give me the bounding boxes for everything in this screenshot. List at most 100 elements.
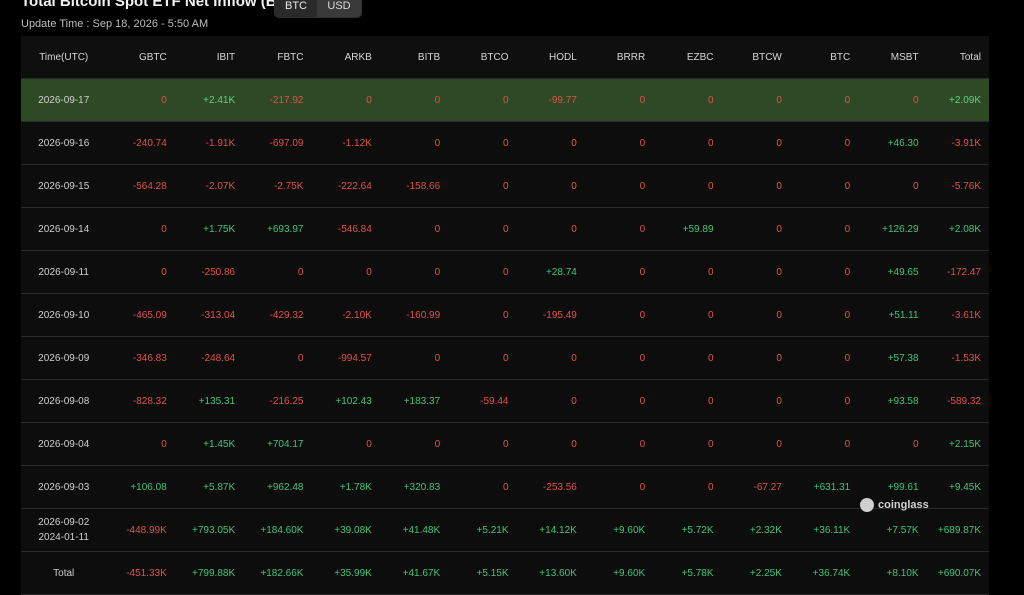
- value-cell: 0: [789, 379, 859, 423]
- value-cell: -158.66: [379, 164, 449, 208]
- value-cell: +14.12K: [516, 508, 585, 552]
- value-cell: +59.89: [653, 207, 722, 251]
- value-cell: -564.28: [106, 164, 175, 208]
- column-header-btco[interactable]: BTCO: [448, 36, 517, 79]
- column-header-ezbc[interactable]: EZBC: [653, 36, 722, 79]
- value-cell: 0: [721, 379, 790, 423]
- value-cell: 0: [584, 78, 654, 122]
- value-cell: -240.74: [106, 121, 175, 165]
- column-header-ibit[interactable]: IBIT: [174, 36, 244, 79]
- value-cell: 0: [448, 164, 517, 208]
- value-cell: 0: [789, 121, 859, 165]
- column-header-gbtc[interactable]: GBTC: [106, 36, 175, 79]
- value-cell: +1.45K: [174, 422, 244, 466]
- value-cell: 0: [379, 78, 449, 122]
- value-cell: 0: [789, 164, 859, 208]
- value-cell: 0: [311, 78, 380, 122]
- value-cell: +184.60K: [243, 508, 312, 552]
- value-cell: +41.67K: [379, 551, 449, 595]
- value-cell: -589.32: [926, 379, 989, 423]
- value-cell: -1.91K: [174, 121, 244, 165]
- unit-option-usd[interactable]: USD: [317, 0, 361, 17]
- value-cell: +36.74K: [789, 551, 859, 595]
- date-cell: 2026-09-15: [21, 164, 107, 208]
- value-cell: +2.08K: [926, 207, 989, 251]
- value-cell: 0: [584, 336, 654, 380]
- value-cell: -67.27: [721, 465, 790, 509]
- value-cell: 0: [584, 422, 654, 466]
- value-cell: 0: [448, 336, 517, 380]
- value-cell: 0: [653, 293, 722, 337]
- column-header-hodl[interactable]: HODL: [516, 36, 585, 79]
- value-cell: 0: [516, 207, 585, 251]
- value-cell: 0: [721, 207, 790, 251]
- value-cell: 0: [721, 250, 790, 294]
- column-header-total[interactable]: Total: [926, 36, 989, 79]
- value-cell: 0: [584, 121, 654, 165]
- value-cell: 0: [379, 207, 449, 251]
- value-cell: 0: [789, 293, 859, 337]
- value-cell: -697.09: [243, 121, 312, 165]
- value-cell: +28.74: [516, 250, 585, 294]
- value-cell: -2.07K: [174, 164, 244, 208]
- value-cell: 0: [516, 336, 585, 380]
- column-header-fbtc[interactable]: FBTC: [243, 36, 312, 79]
- date-cell: 2026-09-03: [21, 465, 107, 509]
- value-cell: 0: [584, 293, 654, 337]
- value-cell: 0: [584, 250, 654, 294]
- value-cell: +5.15K: [448, 551, 517, 595]
- value-cell: +126.29: [858, 207, 927, 251]
- value-cell: +631.31: [789, 465, 859, 509]
- value-cell: +2.15K: [926, 422, 989, 466]
- table-row: Total -451.33K +799.88K +182.66K +35.99K +41.…: [21, 551, 989, 595]
- watermark-text: coinglass: [878, 499, 929, 511]
- value-cell: -59.44: [448, 379, 517, 423]
- value-cell: +689.87K: [926, 508, 989, 552]
- value-cell: +9.60K: [584, 551, 654, 595]
- value-cell: 0: [516, 379, 585, 423]
- column-header-btcw[interactable]: BTCW: [721, 36, 790, 79]
- page-title: Total Bitcoin Spot ETF Net Inflow (BTC): [21, 0, 302, 10]
- column-header-btc[interactable]: BTC: [789, 36, 859, 79]
- table-row: 2026-09-08 -828.32 +135.31 -216.25 +102.43 +1…: [21, 379, 989, 423]
- column-header-bitb[interactable]: BITB: [379, 36, 449, 79]
- value-cell: 0: [311, 422, 380, 466]
- value-cell: 0: [516, 121, 585, 165]
- date-cell: 2026-09-16: [21, 121, 107, 165]
- value-cell: 0: [653, 164, 722, 208]
- value-cell: -160.99: [379, 293, 449, 337]
- value-cell: 0: [653, 78, 722, 122]
- value-cell: +1.78K: [311, 465, 380, 509]
- column-header-arkb[interactable]: ARKB: [311, 36, 380, 79]
- unit-toggle[interactable]: BTC USD: [274, 0, 362, 18]
- date-cell: 2026-09-10: [21, 293, 107, 337]
- value-cell: +46.30: [858, 121, 927, 165]
- date-cell: 2026-09-11: [21, 250, 107, 294]
- table-row: 2026-09-04 0 +1.45K +704.17 0 0 0 0 0 0 0 0 0 +2.15K: [21, 422, 989, 466]
- unit-option-btc[interactable]: BTC: [275, 0, 317, 17]
- column-header-brrr[interactable]: BRRR: [584, 36, 654, 79]
- value-cell: 0: [721, 121, 790, 165]
- value-cell: +704.17: [243, 422, 312, 466]
- value-cell: 0: [448, 465, 517, 509]
- coinglass-watermark: coinglass: [860, 498, 929, 512]
- value-cell: 0: [106, 207, 175, 251]
- value-cell: 0: [653, 336, 722, 380]
- value-cell: -448.99K: [106, 508, 175, 552]
- value-cell: +320.83: [379, 465, 449, 509]
- table-row: 2026-09-10 -465.09 -313.04 -429.32 -2.10K -16…: [21, 293, 989, 337]
- value-cell: 0: [448, 207, 517, 251]
- column-header-msbt[interactable]: MSBT: [858, 36, 927, 79]
- value-cell: 0: [653, 121, 722, 165]
- value-cell: -195.49: [516, 293, 585, 337]
- value-cell: +41.48K: [379, 508, 449, 552]
- value-cell: -222.64: [311, 164, 380, 208]
- table-row: 2026-09-09 -346.83 -248.64 0 -994.57 0 0 0 0 0 0 0 +…: [21, 336, 989, 380]
- column-header-time-utc-[interactable]: Time(UTC): [21, 36, 107, 79]
- value-cell: -99.77: [516, 78, 585, 122]
- value-cell: -429.32: [243, 293, 312, 337]
- value-cell: 0: [653, 465, 722, 509]
- value-cell: 0: [653, 250, 722, 294]
- value-cell: 0: [379, 250, 449, 294]
- value-cell: +2.25K: [721, 551, 790, 595]
